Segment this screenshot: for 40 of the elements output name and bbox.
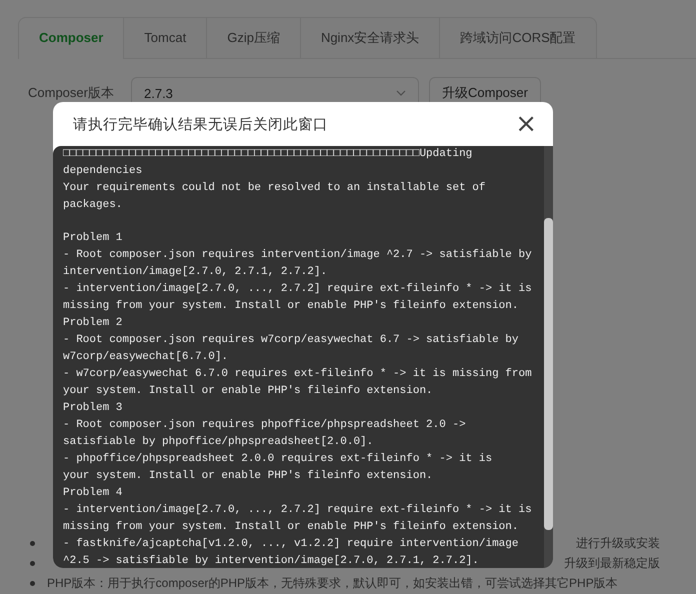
output-line: - Root composer.json requires w7corp/easywechat 6.7 -> satisfiable by: [63, 333, 520, 348]
note-text: PHP版本：用于执行composer的PHP版本，无特殊要求，默认即可，如安装出错，可尝试选择其它PHP版本: [47, 574, 618, 592]
output-line: Problem 1: [63, 231, 124, 246]
output-line: dependencies: [63, 164, 144, 179]
caret-icon: [396, 90, 406, 96]
tab[interactable]: Composer: [18, 17, 124, 59]
output-line: Problem 3: [63, 401, 124, 416]
tab[interactable]: Gzip压缩: [207, 17, 301, 58]
output-line: Problem 4: [63, 486, 124, 501]
tab[interactable]: 跨域访问CORS配置: [440, 17, 597, 58]
output-line: - intervention/image[2.7.0, ..., 2.7.2] require ext-fileinfo * -> it is: [63, 282, 533, 297]
output-line: satisfiable by phpoffice/phpspreadsheet[2.0.0].: [63, 435, 374, 450]
output-line: Your requirements could not be resolved to an installable set of: [63, 181, 486, 196]
output-line: missing from your system. Install or enable PHP's fileinfo extension.: [63, 520, 520, 535]
tab[interactable]: Tomcat: [124, 17, 208, 58]
dialog-title: 请执行完毕确认结果无误后关闭此窗口: [73, 116, 328, 134]
note-text: 进行升级或安装: [576, 534, 660, 552]
output-line: your system. Install or enable PHP's fileinfo extension.: [63, 384, 434, 399]
tab[interactable]: Nginx安全请求头: [300, 17, 440, 58]
output-line: missing from your system. Install or enable PHP's fileinfo extension.: [63, 299, 520, 314]
output-line: intervention/image[2.7.0, 2.7.1, 2.7.2].: [63, 265, 328, 280]
bullet-icon: [30, 580, 35, 586]
output-line: - intervention/image[2.7.0, ..., 2.7.2] require ext-fileinfo * -> it is: [63, 503, 533, 518]
output-line: ^2.5 -> satisfiable by intervention/image[2.7.0, 2.7.1, 2.7.2].: [63, 554, 480, 568]
output-line: - Root composer.json requires intervention/image ^2.7 -> satisfiable by: [63, 248, 533, 263]
output-line: your system. Install or enable PHP's fileinfo extension.: [63, 469, 434, 484]
bullet-icon: [30, 540, 35, 546]
field-label: Composer版本: [28, 84, 115, 102]
output-line: □□□□□□□□□□□□□□□□□□□□□□□□□□□□□□□□□□□□□□□□□□□□□□□□□□□□□□Updating: [63, 147, 474, 162]
output-line: packages.: [63, 198, 124, 213]
output-line: - phpoffice/phpspreadsheet 2.0.0 requires ext-fileinfo * -> it is: [63, 452, 494, 467]
output-line: - fastknife/ajcaptcha[v1.2.0, ..., v1.2.2] require intervention/image: [63, 537, 520, 552]
close-button[interactable]: ×: [515, 111, 537, 137]
bullet-icon: [30, 560, 35, 566]
output-line: Problem 2: [63, 316, 124, 331]
output-line: - Root composer.json requires phpoffice/phpspreadsheet 2.0 ->: [63, 418, 467, 433]
note-text: 升级到最新稳定版: [564, 554, 660, 572]
output-line: w7corp/easywechat[6.7.0].: [63, 350, 230, 365]
output-line: - w7corp/easywechat 6.7.0 requires ext-fileinfo * -> it is missing from: [63, 367, 533, 382]
scrollbar-thumb[interactable]: [544, 218, 553, 530]
